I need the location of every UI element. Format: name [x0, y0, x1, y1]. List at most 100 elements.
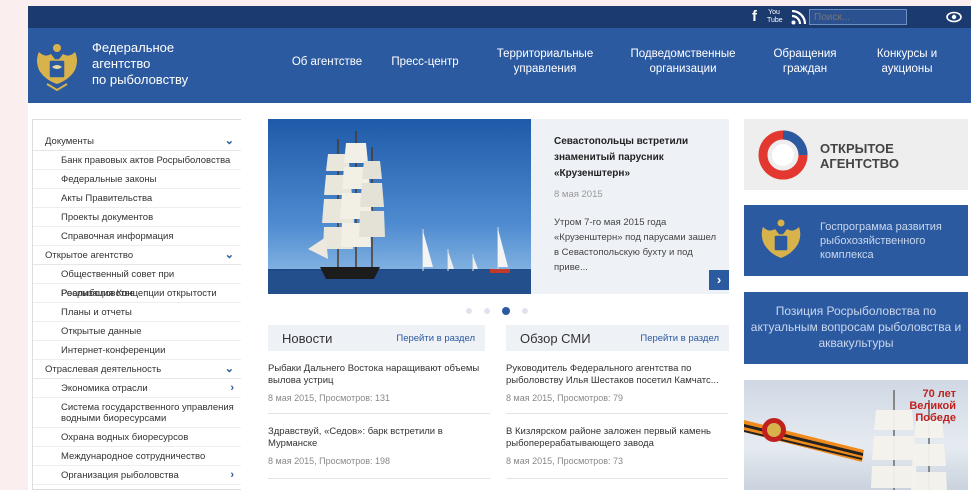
coat-of-arms-icon[interactable]	[33, 40, 81, 92]
site-header: Федеральное агентство по рыболовству Об …	[28, 28, 971, 103]
nav-label: Об агентстве	[291, 55, 363, 68]
open-agency-text: ОТКРЫТОЕ АГЕНТСТВО	[820, 141, 899, 171]
victory-line: Великой	[909, 400, 956, 412]
news-slider: Севастопольцы встретили знаменитый парус…	[268, 119, 729, 294]
sidebar-item-label: Отраслевая деятельность	[45, 364, 162, 375]
slider-dot-active[interactable]	[502, 307, 510, 315]
sidebar-menu: Документы ⌄ Банк правовых актов Росрыболо…	[32, 119, 241, 490]
main-nav: Об агентстве Пресс-центр Территориальные…	[283, 38, 947, 86]
news-item[interactable]: Здравствуй, «Седов»: барк встретили в Му…	[268, 426, 491, 466]
sidebar-item-documents[interactable]: Документы ⌄	[33, 132, 241, 151]
media-headline[interactable]: В Кизлярском районе заложен первый камен…	[506, 426, 729, 450]
media-item[interactable]: Руководитель Федерального агентства по р…	[506, 363, 729, 403]
victory-line: Победе	[915, 412, 956, 424]
search-input[interactable]	[809, 9, 907, 25]
nav-press-center[interactable]: Пресс-центр	[381, 55, 469, 70]
media-meta: 8 мая 2015, Просмотров: 79	[506, 393, 623, 403]
sidebar-item-open-agency[interactable]: Открытое агентство ⌄	[33, 246, 241, 265]
nav-appeals[interactable]: Обращения граждан	[765, 47, 845, 77]
sidebar-item-bioresources-protection[interactable]: Охрана водных биоресурсов	[33, 428, 241, 447]
news-item[interactable]: Рыбаки Дальнего Востока наращивают объем…	[268, 363, 491, 403]
eye-icon[interactable]	[946, 9, 962, 25]
chevron-right-icon[interactable]: ›	[230, 379, 234, 398]
state-program-text: Госпрограмма развития рыбохозяйственного…	[820, 221, 942, 261]
nav-contests[interactable]: Конкурсы и аукционы	[867, 47, 947, 77]
nav-label: граждан	[782, 63, 828, 75]
sidebar-item-label: Банк правовых актов Росрыболовства	[61, 155, 231, 166]
nav-label: Конкурсы и	[876, 48, 938, 60]
state-program-banner[interactable]: Госпрограмма развития рыбохозяйственного…	[744, 205, 968, 276]
sidebar-item-label: Экономика отрасли	[61, 383, 148, 394]
facebook-icon[interactable]: f	[752, 8, 757, 26]
nav-subordinate[interactable]: Подведомственные организации	[623, 47, 743, 77]
slider-dot[interactable]	[466, 308, 472, 314]
agency-name[interactable]: Федеральное агентство по рыболовству	[92, 40, 212, 88]
sidebar-item-open-data[interactable]: Открытые данные	[33, 322, 241, 341]
page: f You Tube Федеральное агентство по рыбо…	[28, 6, 971, 490]
chevron-down-icon[interactable]: ⌄	[225, 360, 234, 379]
youtube-icon[interactable]: You Tube	[767, 9, 783, 25]
news-meta: 8 мая 2015, Просмотров: 131	[268, 393, 391, 403]
nav-label: Пресс-центр	[391, 55, 459, 68]
news-meta: 8 мая 2015, Просмотров: 198	[268, 456, 391, 466]
nav-label: аукционы	[881, 63, 933, 75]
victory-line: 70 лет	[922, 388, 957, 400]
slider-dots	[466, 307, 528, 315]
agency-name-line: Федеральное	[92, 40, 175, 55]
sidebar-item-internet-conferences[interactable]: Интернет-конференции	[33, 341, 241, 360]
news-section-link[interactable]: Перейти в раздел	[396, 333, 475, 344]
media-divider	[506, 413, 728, 414]
sidebar-item-fishing-organization[interactable]: Организация рыболовства ›	[33, 466, 241, 485]
media-item[interactable]: В Кизлярском районе заложен первый камен…	[506, 426, 729, 466]
sidebar-item-governance-system[interactable]: Система государственного управления водн…	[33, 398, 241, 428]
sidebar-item-draft-documents[interactable]: Проекты документов	[33, 208, 241, 227]
sidebar-item-label: Международное сотрудничество	[61, 451, 206, 462]
sidebar-item-label: Акты Правительства	[61, 193, 153, 204]
sidebar-item-industry-activity[interactable]: Отраслевая деятельность ⌄	[33, 360, 241, 379]
slider-dot[interactable]	[484, 308, 490, 314]
sidebar-item-plans-reports[interactable]: Планы и отчеты	[33, 303, 241, 322]
nav-label: Подведомственные	[630, 48, 736, 60]
media-title: Обзор СМИ	[520, 331, 591, 346]
sidebar-item-international-cooperation[interactable]: Международное сотрудничество	[33, 447, 241, 466]
victory-text: 70 лет Великой Победе	[909, 388, 956, 424]
sidebar-item-label: Открытое агентство	[45, 250, 134, 261]
news-divider	[268, 478, 490, 479]
rss-icon[interactable]	[791, 9, 806, 25]
sidebar-item-reference-info[interactable]: Справочная информация	[33, 227, 241, 246]
news-headline[interactable]: Здравствуй, «Седов»: барк встретили в Му…	[268, 426, 491, 450]
nav-label: Территориальные	[496, 48, 594, 60]
chevron-down-icon[interactable]: ⌄	[225, 132, 234, 151]
nav-label: Обращения	[773, 48, 837, 60]
slide-title[interactable]: Севастопольцы встретили знаменитый парус…	[554, 134, 714, 182]
nav-label: управления	[513, 63, 577, 75]
sidebar-item-industry-economy[interactable]: Экономика отрасли ›	[33, 379, 241, 398]
sidebar-item-label: Организация рыболовства	[61, 470, 179, 481]
agency-name-line: по рыболовству	[92, 72, 189, 87]
slider-dot[interactable]	[522, 308, 528, 314]
nav-about[interactable]: Об агентстве	[283, 55, 371, 70]
news-headline[interactable]: Рыбаки Дальнего Востока наращивают объем…	[268, 363, 491, 387]
sailing-ship-photo[interactable]	[268, 119, 531, 294]
chevron-down-icon[interactable]: ⌄	[225, 246, 234, 265]
open-agency-banner[interactable]: ОТКРЫТОЕ АГЕНТСТВО	[744, 119, 968, 190]
chevron-right-icon[interactable]: ›	[230, 466, 234, 485]
victory-day-banner[interactable]: 70 лет Великой Победе	[744, 380, 968, 490]
news-divider	[268, 413, 490, 414]
sidebar-item-label: Справочная информация	[61, 231, 174, 242]
slider-next-button[interactable]: ›	[709, 270, 729, 290]
agency-position-banner[interactable]: Позиция Росрыболовства по актуальным воп…	[744, 292, 968, 364]
slide-text: Утром 7-го мая 2015 года «Крузенштерн» п…	[554, 217, 717, 273]
sidebar-item-public-council[interactable]: Общественный совет при Росрыболовстве	[33, 265, 241, 299]
sidebar-item-openness-concept[interactable]: Реализация Концепции открытости	[33, 284, 241, 303]
sidebar-item-government-acts[interactable]: Акты Правительства	[33, 189, 241, 208]
agency-name-line: агентство	[92, 56, 151, 71]
media-headline[interactable]: Руководитель Федерального агентства по р…	[506, 363, 729, 387]
sidebar-item-legal-bank[interactable]: Банк правовых актов Росрыболовства	[33, 151, 241, 170]
top-bar: f You Tube	[28, 6, 971, 28]
nav-territorial[interactable]: Территориальные управления	[489, 47, 601, 77]
sidebar-item-label: Реализация Концепции открытости	[61, 288, 217, 299]
sidebar-item-federal-laws[interactable]: Федеральные законы	[33, 170, 241, 189]
slide-date: 8 мая 2015	[554, 189, 603, 200]
media-section-link[interactable]: Перейти в раздел	[640, 333, 719, 344]
